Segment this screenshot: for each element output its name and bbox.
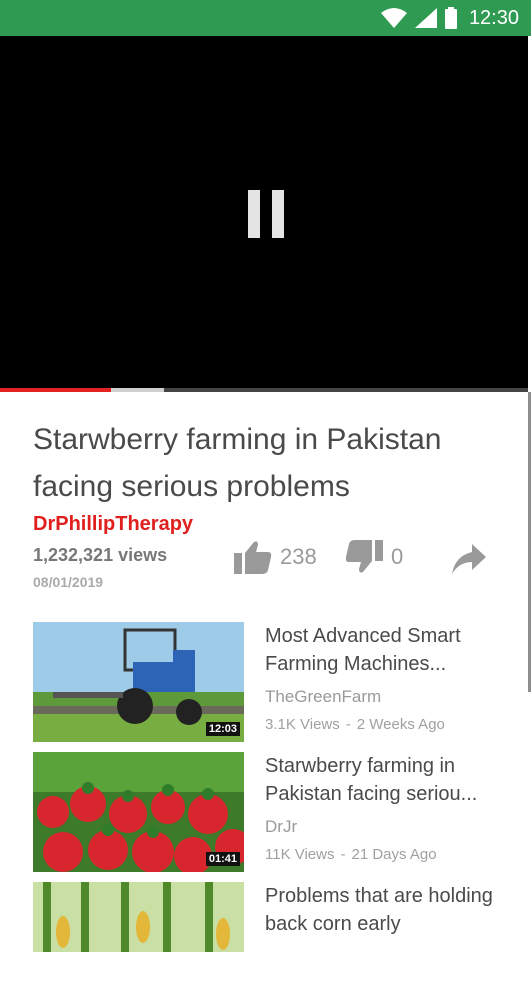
view-count: 1,232,321 views [33, 545, 168, 565]
related-age: 2 Weeks Ago [356, 716, 445, 733]
status-bar: 12:30 [0, 0, 531, 36]
wifi-icon [380, 8, 407, 28]
related-age: 21 Days Ago [351, 846, 437, 863]
dislike-count: 0 [391, 544, 404, 569]
dislike-button[interactable]: 0 [345, 540, 403, 574]
duration-badge: 01:41 [205, 852, 240, 866]
progress-played [0, 388, 111, 392]
video-thumbnail[interactable]: 01:41 [33, 752, 244, 872]
battery-icon [444, 7, 457, 29]
video-title: Starwberry farming in Pakistan facing se… [33, 423, 442, 503]
share-button[interactable] [452, 544, 486, 579]
thumbs-up-icon [234, 541, 272, 574]
related-video-title[interactable]: Starwberry farming in Pakistan facing se… [265, 752, 510, 808]
video-thumbnail[interactable]: 12:03 [33, 622, 244, 742]
video-thumbnail[interactable] [33, 882, 244, 952]
corn-thumbnail [33, 882, 244, 952]
related-video-title[interactable]: Most Advanced Smart Farming Machines... [265, 622, 510, 678]
list-item[interactable]: Problems that are holding back corn earl… [33, 882, 513, 1002]
related-meta: 3.1K Views -2 Weeks Ago [265, 716, 445, 733]
related-views: 3.1K Views [265, 716, 340, 733]
related-views: 11K Views [265, 846, 335, 863]
list-item[interactable]: 12:03 Most Advanced Smart Farming Machin… [33, 622, 513, 742]
related-video-title[interactable]: Problems that are holding back corn earl… [265, 882, 510, 938]
like-count: 238 [280, 544, 317, 569]
list-item[interactable]: 01:41 Starwberry farming in Pakistan fac… [33, 752, 513, 872]
pause-icon[interactable] [248, 190, 284, 238]
duration-badge: 12:03 [205, 722, 240, 736]
related-channel[interactable]: DrJr [265, 817, 297, 837]
status-time: 12:30 [468, 6, 519, 29]
video-player[interactable] [0, 36, 528, 388]
thumbs-down-icon [345, 540, 383, 573]
related-channel[interactable]: TheGreenFarm [265, 687, 381, 707]
signal-icon [414, 8, 437, 28]
status-icons: 12:30 [380, 6, 519, 30]
share-icon [452, 544, 486, 574]
channel-name[interactable]: DrPhillipTherapy [33, 513, 193, 536]
like-button[interactable]: 238 [234, 540, 317, 574]
upload-date: 08/01/2019 [33, 574, 104, 590]
progress-bar[interactable] [0, 388, 528, 392]
related-meta: 11K Views -21 Days Ago [265, 846, 437, 863]
